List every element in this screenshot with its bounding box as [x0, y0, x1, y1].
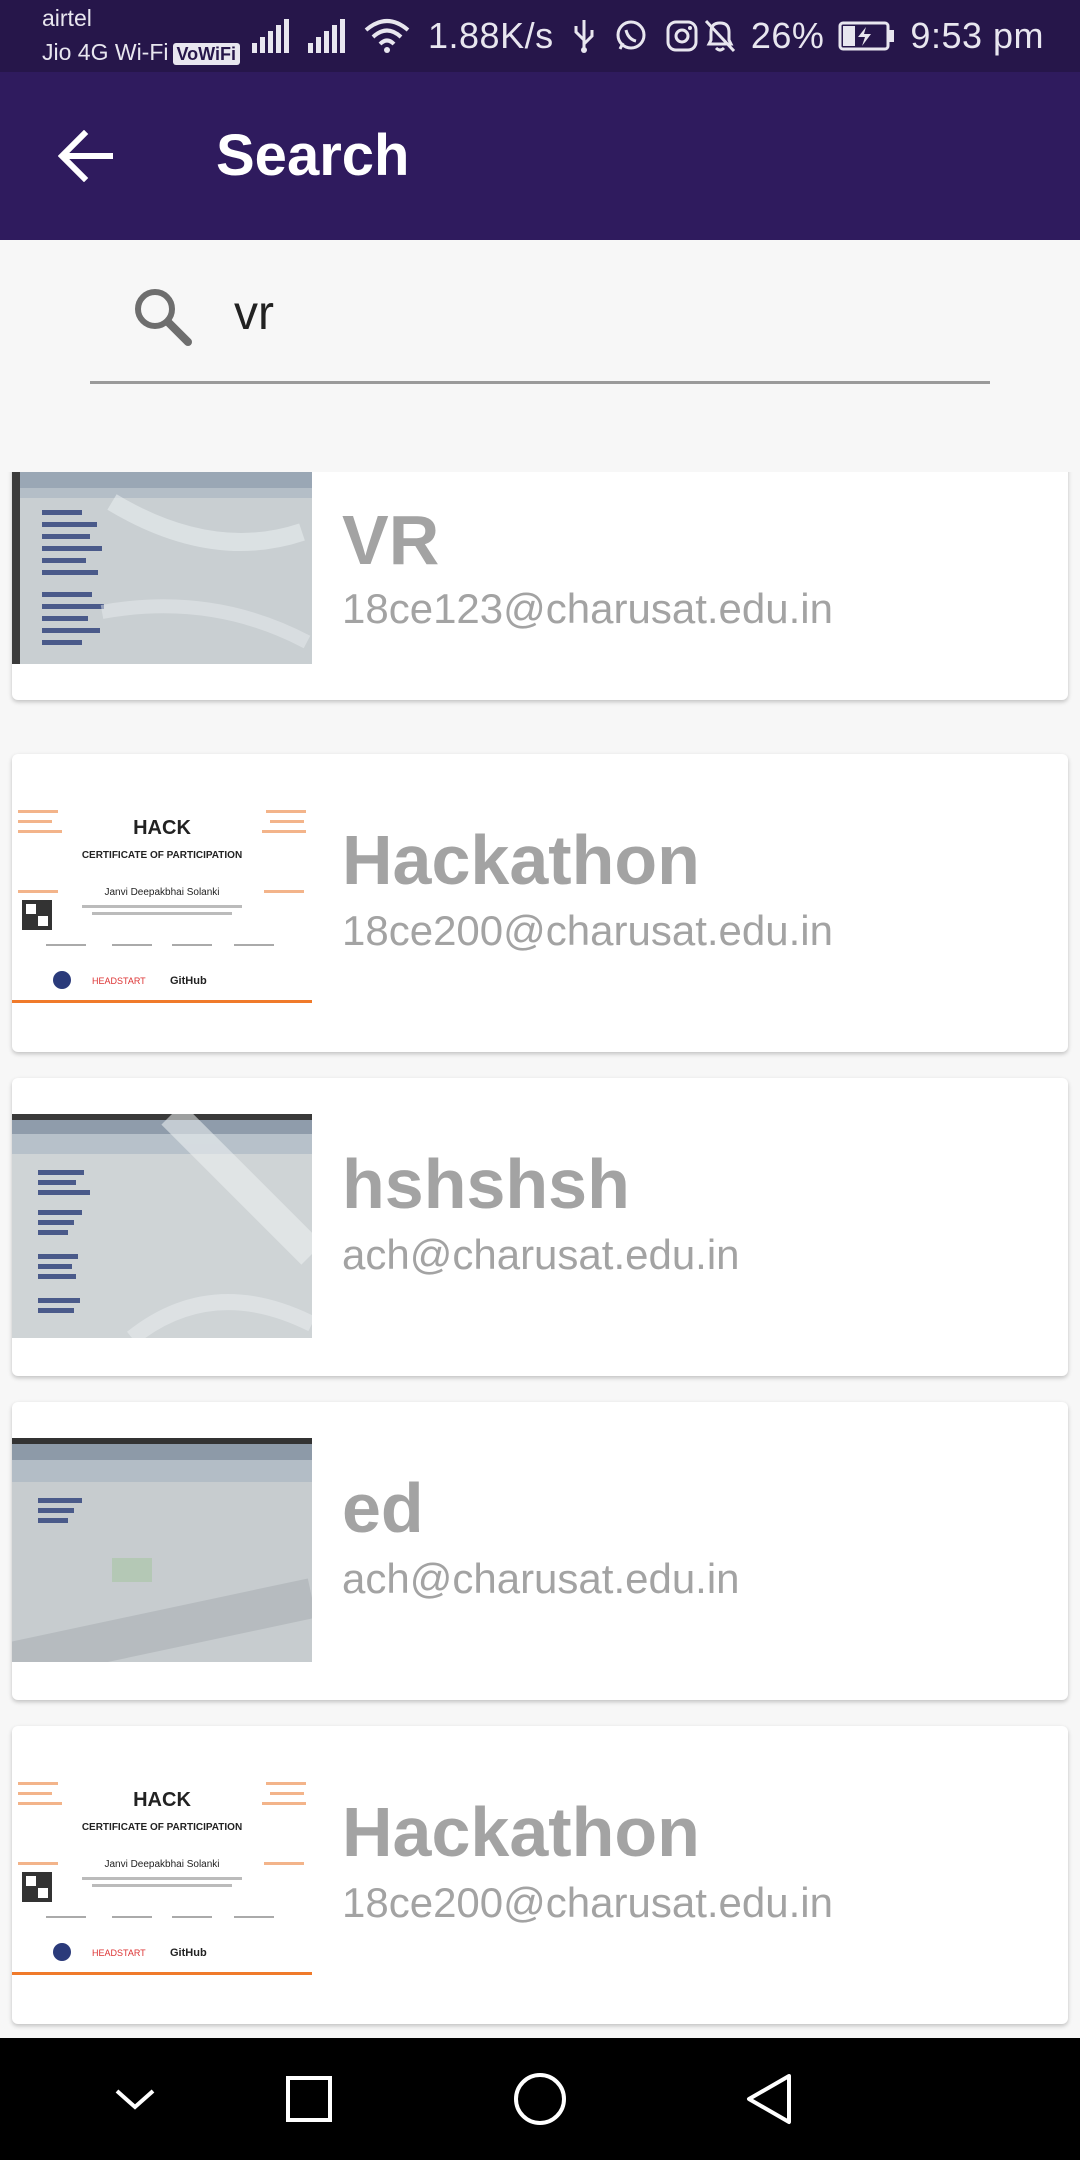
- cert-heading: CERTIFICATE OF PARTICIPATION: [82, 1822, 242, 1833]
- status-icons-left: 1.88K/s: [252, 14, 698, 58]
- nav-recents-button[interactable]: [274, 2064, 344, 2134]
- thumbnail-image: [12, 472, 312, 664]
- cert-logo: HACK: [133, 1789, 191, 1811]
- vowifi-badge: VoWiFi: [172, 43, 240, 65]
- system-nav-bar: [0, 2038, 1080, 2160]
- cert-name: Janvi Deepakbhai Solanki: [104, 887, 219, 898]
- usb-icon: [574, 20, 594, 53]
- back-button[interactable]: [48, 118, 124, 194]
- result-card[interactable]: HACK CERTIFICATE OF PARTICIPATION Janvi …: [12, 1726, 1068, 2024]
- result-card[interactable]: HACK CERTIFICATE OF PARTICIPATION Janvi …: [12, 754, 1068, 1052]
- clock: 9:53 pm: [910, 15, 1044, 56]
- status-bar: airtel Jio 4G Wi-Fi VoWiFi 1.88K/s 26% 9…: [0, 0, 1080, 72]
- nav-back-button[interactable]: [734, 2064, 804, 2134]
- network-speed: 1.88K/s: [428, 15, 554, 56]
- result-title: VR: [342, 501, 440, 579]
- wifi-icon: [364, 19, 410, 53]
- cert-sponsor-headstart: HEADSTART: [92, 1948, 146, 1958]
- result-email: 18ce200@charusat.edu.in: [342, 907, 833, 954]
- result-card[interactable]: ed ach@charusat.edu.in: [12, 1402, 1068, 1700]
- cert-heading: CERTIFICATE OF PARTICIPATION: [82, 850, 242, 861]
- battery-charging-icon: [838, 21, 895, 51]
- search-icon: [135, 289, 192, 346]
- page-title: Search: [216, 123, 410, 188]
- app-bar: Search: [0, 72, 1080, 240]
- square-icon: [286, 2076, 332, 2122]
- cert-sponsor-github: GitHub: [170, 1947, 207, 1959]
- instagram-icon: [666, 20, 698, 52]
- search-bar: [0, 240, 1080, 470]
- result-card[interactable]: hshshsh ach@charusat.edu.in: [12, 1078, 1068, 1376]
- cert-name: Janvi Deepakbhai Solanki: [104, 1859, 219, 1870]
- cert-sponsor-github: GitHub: [170, 975, 207, 987]
- certificate-thumbnail: HACK CERTIFICATE OF PARTICIPATION Janvi …: [12, 1772, 312, 1978]
- results-list: VR 18ce123@charusat.edu.in HACK CERTIFIC…: [0, 472, 1080, 2038]
- triangle-back-icon: [747, 2074, 791, 2124]
- search-input[interactable]: [232, 280, 976, 346]
- thumbnail-image: [12, 1438, 312, 1662]
- carrier-secondary: Jio 4G Wi-Fi VoWiFi: [42, 38, 240, 66]
- result-card[interactable]: VR 18ce123@charusat.edu.in: [12, 472, 1068, 700]
- cert-sponsor-headstart: HEADSTART: [92, 976, 146, 986]
- certificate-thumbnail: HACK CERTIFICATE OF PARTICIPATION Janvi …: [12, 800, 312, 1006]
- search-underline: [90, 381, 990, 384]
- circle-icon: [514, 2073, 566, 2125]
- carrier-secondary-label: Jio 4G Wi-Fi: [42, 39, 169, 65]
- result-title: hshshsh: [342, 1145, 630, 1223]
- carrier-primary: airtel: [42, 5, 92, 31]
- result-email: 18ce123@charusat.edu.in: [342, 585, 833, 632]
- result-email: 18ce200@charusat.edu.in: [342, 1879, 833, 1926]
- battery-percent: 26%: [750, 15, 825, 56]
- cert-logo: HACK: [133, 817, 191, 839]
- result-title: ed: [342, 1469, 424, 1547]
- signal-icon: [252, 19, 289, 53]
- signal-icon-2: [308, 19, 345, 53]
- nav-home-button[interactable]: [505, 2064, 575, 2134]
- mute-bell-icon: [704, 19, 735, 53]
- result-title: Hackathon: [342, 1793, 700, 1871]
- chevron-down-icon: [115, 2089, 155, 2110]
- result-email: ach@charusat.edu.in: [342, 1231, 740, 1278]
- result-email: ach@charusat.edu.in: [342, 1555, 740, 1602]
- thumbnail-image: [12, 1114, 312, 1338]
- status-icons-right: 26% 9:53 pm: [703, 14, 1044, 58]
- back-arrow-icon: [58, 130, 113, 182]
- result-title: Hackathon: [342, 821, 700, 899]
- nav-hide-button[interactable]: [100, 2064, 170, 2134]
- whatsapp-icon: [616, 20, 646, 50]
